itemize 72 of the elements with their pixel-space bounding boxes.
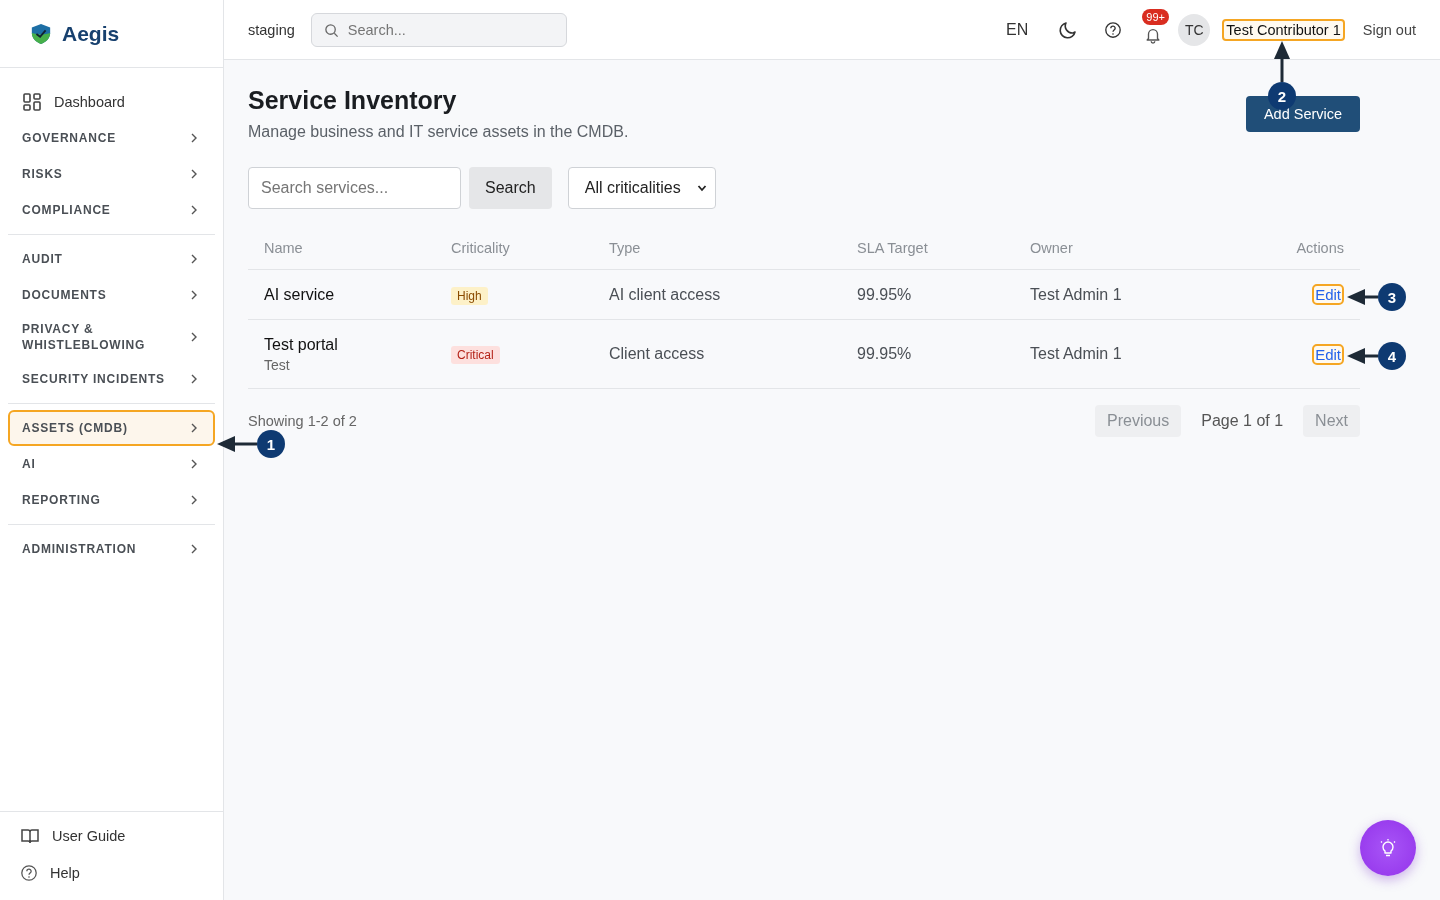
search-field[interactable]: Search services... xyxy=(248,167,461,209)
chevron-right-icon xyxy=(189,495,199,505)
criticality-badge: High xyxy=(451,286,488,305)
search-field[interactable]: Search... xyxy=(310,12,567,47)
callout-arrow xyxy=(1347,289,1378,305)
sidebar-link[interactable]: User Guide xyxy=(20,826,203,846)
chevron-right-icon xyxy=(189,423,199,433)
sidebar-item[interactable]: AUDIT xyxy=(8,241,215,277)
sign-out-button[interactable]: Sign out xyxy=(1362,21,1416,38)
lightbulb-icon xyxy=(1378,838,1398,858)
service-name: AI service xyxy=(264,285,336,304)
chevron-right-icon xyxy=(189,169,199,179)
user-menu-button[interactable]: Test Contributor 1 xyxy=(1222,18,1345,41)
table-cell-text: Client access xyxy=(608,345,706,363)
criticality-badge: Critical xyxy=(451,346,500,364)
column-header: Actions xyxy=(1295,240,1345,256)
sidebar-link[interactable]: Help xyxy=(20,864,203,882)
help-icon xyxy=(1104,20,1123,39)
help-icon xyxy=(20,864,38,882)
chevron-down-icon xyxy=(696,183,707,193)
page-title: Service Inventory xyxy=(248,86,458,115)
user-avatar[interactable]: TC xyxy=(1178,13,1211,46)
sidebar-item[interactable]: DOCUMENTS xyxy=(8,277,215,313)
edit-link[interactable]: Edit xyxy=(1312,284,1344,305)
table-cell-text: 99.95% xyxy=(856,345,913,363)
chevron-right-icon xyxy=(189,290,199,300)
chevron-right-icon xyxy=(189,332,199,342)
edit-link[interactable]: Edit xyxy=(1312,343,1344,365)
sidebar-item[interactable]: COMPLIANCE xyxy=(8,192,215,228)
chevron-right-icon xyxy=(189,374,199,384)
results-summary: Showing 1-2 of 2 xyxy=(248,413,357,429)
environment-label: staging xyxy=(248,21,295,38)
column-header: Type xyxy=(608,240,642,256)
chevron-right-icon xyxy=(189,544,199,554)
table-cell-text: 99.95% xyxy=(856,285,913,304)
grid-icon xyxy=(22,92,42,112)
moon-icon xyxy=(1058,19,1079,40)
column-header: Criticality xyxy=(450,240,511,256)
service-description: Test xyxy=(264,356,291,373)
chevron-right-icon xyxy=(189,133,199,143)
app-name: Aegis xyxy=(62,21,120,46)
chevron-right-icon xyxy=(189,254,199,264)
chevron-right-icon xyxy=(189,205,199,215)
sidebar-item[interactable]: REPORTING xyxy=(8,482,215,518)
search-button[interactable]: Search xyxy=(469,167,552,209)
callout-arrow xyxy=(1347,348,1378,364)
column-header: Owner xyxy=(1029,240,1074,256)
sidebar-item[interactable]: Dashboard xyxy=(8,84,215,120)
page-indicator: Page 1 of 1 xyxy=(1201,412,1284,430)
callout-arrow xyxy=(1274,41,1290,82)
sidebar-item[interactable]: RISKS xyxy=(8,156,215,192)
search-icon xyxy=(323,22,339,38)
notification-count: 99+ xyxy=(1142,8,1169,25)
table-cell-text: Test Admin 1 xyxy=(1029,285,1123,304)
language-button[interactable]: EN xyxy=(998,16,1037,43)
sidebar-item[interactable]: ADMINISTRATION xyxy=(8,531,215,567)
table-cell-text: Test Admin 1 xyxy=(1029,345,1123,363)
table-cell-text: AI client access xyxy=(608,285,722,304)
column-header: Name xyxy=(263,240,304,256)
column-header: SLA Target xyxy=(856,240,929,256)
criticality-dropdown[interactable]: All criticalities xyxy=(567,167,716,209)
page-subtitle: Manage business and IT service assets in the CMDB. xyxy=(248,123,629,141)
book-icon xyxy=(20,826,40,846)
chevron-right-icon xyxy=(189,459,199,469)
sidebar-item[interactable]: SECURITY INCIDENTS xyxy=(8,361,215,397)
sidebar-item[interactable]: ASSETS (CMDB) xyxy=(8,410,215,446)
sidebar-item[interactable]: GOVERNANCE xyxy=(8,120,215,156)
sidebar-item[interactable]: AI xyxy=(8,446,215,482)
shield-logo-icon xyxy=(30,22,52,45)
sidebar-item[interactable]: PRIVACY & WHISTLEBLOWING xyxy=(8,313,215,361)
service-name: Test portal xyxy=(264,335,339,354)
callout-arrow xyxy=(217,436,257,452)
